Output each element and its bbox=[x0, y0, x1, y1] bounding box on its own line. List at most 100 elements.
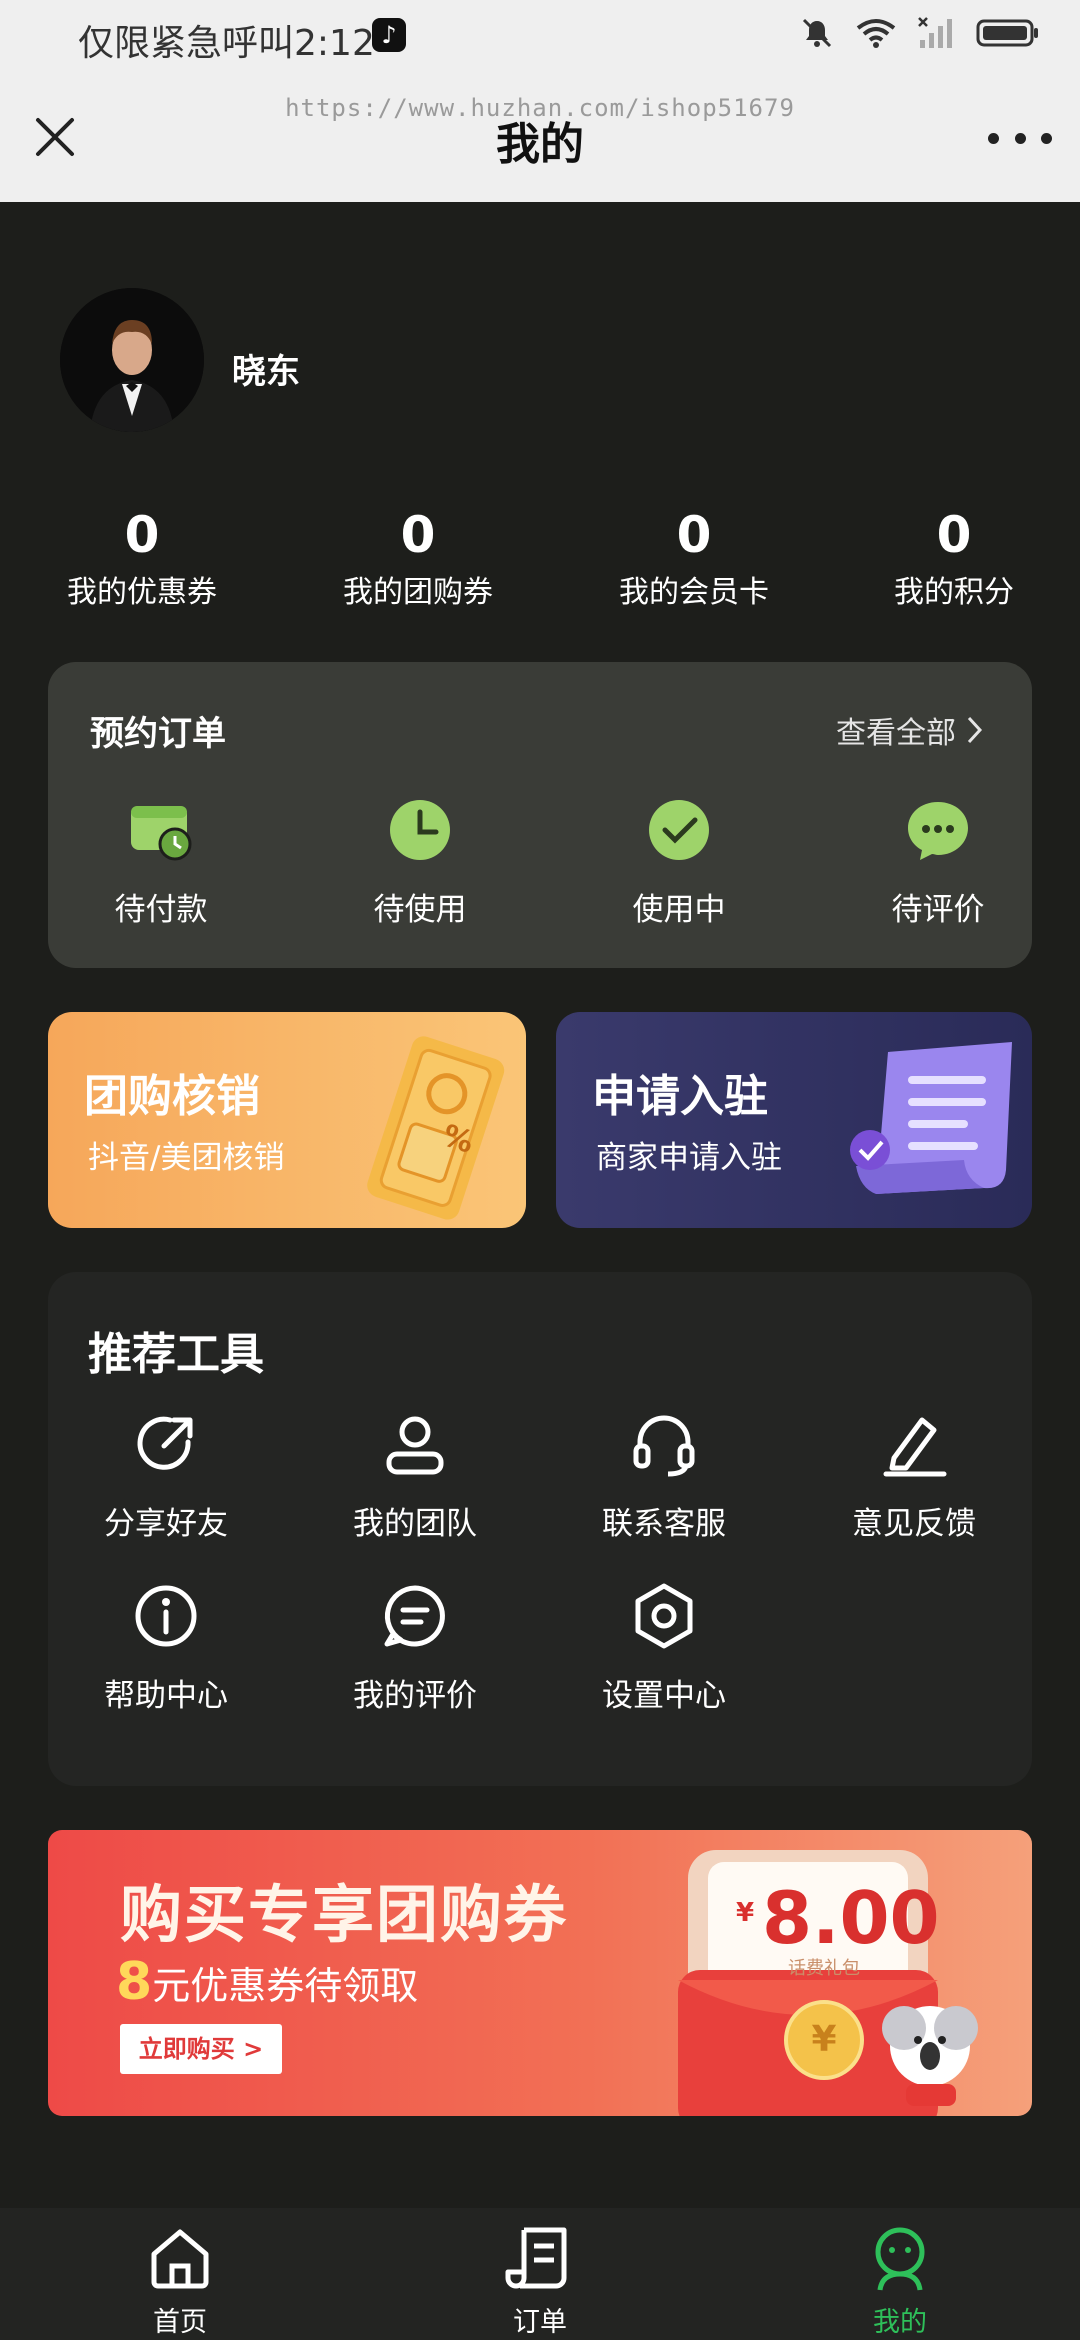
bottom-tab-bar: 首页 订单 我的 bbox=[0, 2208, 1080, 2340]
tool-label: 我的团队 bbox=[353, 1506, 477, 1542]
stat-group-coupons[interactable]: 0 我的团购券 bbox=[308, 500, 528, 616]
more-dot-icon bbox=[1014, 132, 1026, 144]
title-bar: https://www.huzhan.com/ishop51679 我的 bbox=[0, 70, 1080, 202]
tab-mine[interactable]: 我的 bbox=[800, 2222, 1000, 2339]
stat-label: 我的会员卡 bbox=[619, 575, 769, 610]
card-subtitle: 商家申请入驻 bbox=[596, 1140, 782, 1176]
tool-my-reviews[interactable]: 我的评价 bbox=[315, 1580, 515, 1715]
stat-member-cards[interactable]: 0 我的会员卡 bbox=[584, 500, 804, 616]
battery-icon bbox=[976, 19, 1038, 47]
page-title: 我的 bbox=[496, 119, 584, 170]
tiktok-notification-icon: ♪ bbox=[372, 18, 406, 52]
stat-value: 0 bbox=[936, 506, 972, 564]
home-icon bbox=[151, 2229, 209, 2289]
booking-pending-payment[interactable]: 待付款 bbox=[71, 794, 251, 929]
tool-label: 意见反馈 bbox=[852, 1506, 976, 1542]
view-all-label: 查看全部 bbox=[836, 716, 956, 751]
booking-item-label: 待评价 bbox=[891, 892, 985, 928]
document-illustration bbox=[850, 1042, 1012, 1194]
tab-label: 首页 bbox=[153, 2307, 207, 2338]
envelope-caption: 话费礼包 bbox=[788, 1958, 860, 1979]
banner-title: 购买专享团购券 bbox=[120, 1878, 569, 1951]
banner-subtitle-number: 8 bbox=[116, 1952, 153, 2012]
card-title: 申请入驻 bbox=[592, 1071, 768, 1122]
signal-icon bbox=[918, 17, 952, 48]
clock-time: 2:12 bbox=[294, 23, 375, 64]
tool-label: 联系客服 bbox=[602, 1506, 726, 1542]
tool-feedback[interactable]: 意见反馈 bbox=[814, 1408, 1014, 1543]
booking-orders-card: 预约订单 查看全部 待付款 待使用 使用中 待评价 bbox=[48, 662, 1032, 968]
comment-icon bbox=[384, 1585, 445, 1647]
tab-label: 我的 bbox=[873, 2307, 927, 2338]
promo-banner[interactable]: 购买专享团购券 8元优惠券待领取 立即购买 > ¥ 8.00 话费礼包 ¥ bbox=[48, 1830, 1032, 2116]
group-verify-card[interactable]: 团购核销 抖音/美团核销 % bbox=[48, 1012, 526, 1228]
buy-now-button[interactable]: 立即购买 > bbox=[120, 2024, 282, 2074]
stat-value: 0 bbox=[676, 506, 712, 564]
tool-label: 设置中心 bbox=[602, 1678, 726, 1714]
banner-subtitle-text: 元优惠券待领取 bbox=[152, 1964, 419, 2008]
coin-icon: ¥ bbox=[784, 2000, 864, 2080]
headset-icon bbox=[633, 1415, 695, 1477]
tool-label: 帮助中心 bbox=[104, 1678, 228, 1714]
profile-icon bbox=[875, 2227, 925, 2291]
username: 晓东 bbox=[232, 352, 300, 392]
chat-bubble-icon bbox=[908, 802, 968, 860]
settings-icon bbox=[635, 1583, 693, 1649]
view-all-link[interactable]: 查看全部 bbox=[836, 708, 984, 752]
tab-label: 订单 bbox=[513, 2307, 567, 2338]
tool-help-center[interactable]: 帮助中心 bbox=[66, 1580, 266, 1715]
mute-bell-icon bbox=[802, 18, 832, 48]
wifi-icon bbox=[856, 19, 896, 48]
more-dot-icon bbox=[988, 132, 999, 144]
card-title: 团购核销 bbox=[84, 1071, 260, 1122]
carrier-text: 仅限紧急呼叫 bbox=[78, 23, 295, 64]
stat-coupons[interactable]: 0 我的优惠券 bbox=[32, 500, 252, 616]
amount-value: 8.00 bbox=[762, 1876, 940, 1960]
apply-join-card[interactable]: 申请入驻 商家申请入驻 bbox=[556, 1012, 1032, 1228]
card-subtitle: 抖音/美团核销 bbox=[88, 1140, 285, 1176]
tool-label: 我的评价 bbox=[353, 1678, 477, 1714]
stat-value: 0 bbox=[400, 506, 436, 564]
status-icons bbox=[800, 16, 1040, 50]
more-dot-icon bbox=[1041, 132, 1052, 144]
tool-contact-support[interactable]: 联系客服 bbox=[564, 1408, 764, 1543]
booking-item-label: 待使用 bbox=[373, 892, 467, 928]
coin-symbol: ¥ bbox=[811, 2019, 837, 2060]
tab-home[interactable]: 首页 bbox=[80, 2222, 280, 2339]
wallet-clock-icon bbox=[131, 806, 192, 861]
more-options-button[interactable] bbox=[988, 118, 1052, 158]
stat-label: 我的积分 bbox=[894, 575, 1014, 610]
share-icon bbox=[137, 1416, 193, 1470]
recommended-tools-card: 推荐工具 分享好友 我的团队 联系客服 意见反馈 帮助中心 我的评价 设置中心 bbox=[48, 1272, 1032, 1786]
tool-my-team[interactable]: 我的团队 bbox=[315, 1408, 515, 1543]
booking-in-use[interactable]: 使用中 bbox=[589, 794, 769, 929]
clock-icon bbox=[390, 800, 450, 860]
tools-title: 推荐工具 bbox=[88, 1329, 264, 1380]
tool-settings-center[interactable]: 设置中心 bbox=[564, 1580, 764, 1715]
check-icon bbox=[649, 800, 709, 860]
edit-icon bbox=[883, 1417, 947, 1477]
stat-value: 0 bbox=[124, 506, 160, 564]
stat-points[interactable]: 0 我的积分 bbox=[844, 500, 1064, 616]
booking-item-label: 待付款 bbox=[114, 892, 208, 928]
stat-label: 我的团购券 bbox=[343, 575, 493, 610]
tool-share-friends[interactable]: 分享好友 bbox=[66, 1408, 266, 1543]
avatar-photo bbox=[60, 288, 204, 432]
booking-to-use[interactable]: 待使用 bbox=[330, 794, 510, 929]
status-carrier-time: 仅限紧急呼叫2:12 bbox=[78, 14, 375, 66]
booking-to-review[interactable]: 待评价 bbox=[848, 794, 1028, 929]
tool-label: 分享好友 bbox=[104, 1506, 228, 1542]
booking-title: 预约订单 bbox=[90, 714, 226, 754]
tab-orders[interactable]: 订单 bbox=[440, 2222, 640, 2339]
stat-label: 我的优惠券 bbox=[67, 575, 217, 610]
booking-item-label: 使用中 bbox=[632, 892, 726, 928]
info-icon bbox=[135, 1585, 197, 1647]
chevron-right-icon bbox=[967, 716, 983, 744]
stats-row: 0 我的优惠券 0 我的团购券 0 我的会员卡 0 我的积分 bbox=[0, 500, 1080, 620]
banner-subtitle: 8元优惠券待领取 bbox=[116, 1952, 418, 2012]
ticket-illustration bbox=[367, 1036, 505, 1220]
order-icon bbox=[505, 2227, 567, 2289]
person-icon bbox=[386, 1416, 444, 1475]
avatar[interactable] bbox=[60, 288, 204, 432]
amount-currency: ¥ bbox=[736, 1898, 755, 1928]
